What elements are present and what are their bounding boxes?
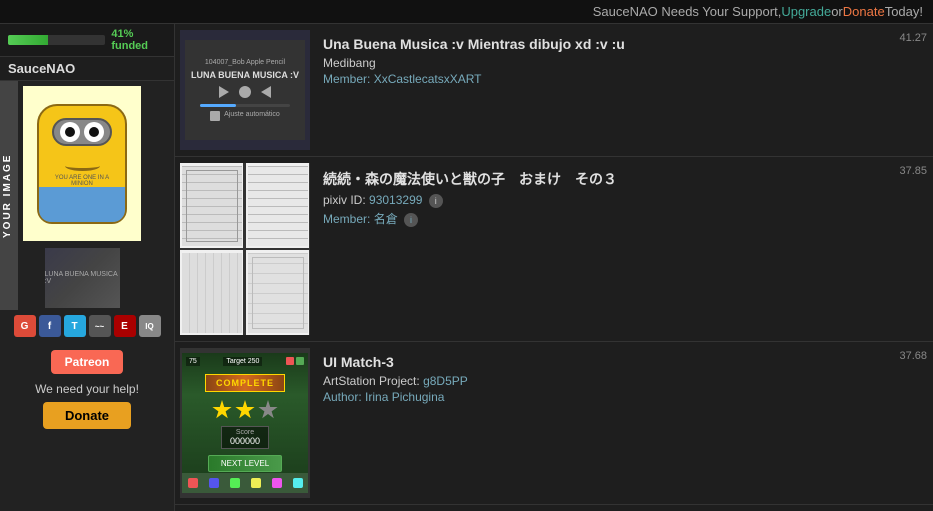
- result-item-2: 続続・森の魔法使いと獣の子 おまけ その３ pixiv ID: 93013299…: [175, 157, 933, 342]
- social-icons: G f T ~~ E IQ: [9, 310, 166, 342]
- result-thumb-1: 104007_Bob Apple Pencil LUNA BUENA MUSIC…: [180, 30, 310, 150]
- minion-image: YOU ARE ONE IN AMINION: [37, 104, 127, 224]
- main-layout: 41% funded SauceNAO YOUR IMAGE YOU ARE O…: [0, 24, 933, 511]
- help-text: We need your help!: [35, 382, 139, 396]
- manga-page-4: [246, 250, 309, 335]
- gem-yellow: [251, 478, 261, 488]
- gem-green: [230, 478, 240, 488]
- member-info-icon[interactable]: i: [404, 213, 418, 227]
- progress-bar: [8, 35, 105, 45]
- your-image-section: YOUR IMAGE YOU ARE ONE IN AMINION: [0, 81, 174, 310]
- iqdb-icon[interactable]: IQ: [139, 315, 161, 337]
- small-thumbnail: LUNA BUENA MUSICA :V: [45, 248, 120, 308]
- result-title-3: UI Match-3: [323, 354, 925, 370]
- gem-cyan: [293, 478, 303, 488]
- result-member-2: Member: 名倉 i: [323, 210, 925, 227]
- sidebar-header: 41% funded: [0, 24, 174, 57]
- progress-bar-fill: [8, 35, 48, 45]
- saucenao-logo: SauceNAO: [0, 57, 174, 81]
- result-thumb-3: 75 Target 250 COMPLETE Scor: [180, 348, 310, 498]
- manga-page-3: [180, 250, 243, 335]
- result-source-2: pixiv ID: 93013299 i: [323, 193, 925, 208]
- result-title-2: 続続・森の魔法使いと獣の子 おまけ その３: [323, 169, 925, 189]
- banner-suffix: Today!: [885, 4, 923, 19]
- result-title-1: Una Buena Musica :v Mientras dibujo xd :…: [323, 36, 925, 52]
- result-source-3: ArtStation Project: g8D5PP: [323, 374, 925, 388]
- upgrade-link[interactable]: Upgrade: [781, 4, 831, 19]
- sidebar: 41% funded SauceNAO YOUR IMAGE YOU ARE O…: [0, 24, 175, 511]
- donate-button[interactable]: Donate: [43, 402, 131, 429]
- result-item-4: Lapis Placeholder PAGE 02 37.5: [175, 505, 933, 511]
- result-member-3: Author: Irina Pichugina: [323, 390, 925, 404]
- result-score-2: 37.85: [899, 165, 927, 177]
- star-3: [258, 400, 278, 420]
- game-bottom-strip: [182, 473, 308, 493]
- top-banner: SauceNAO Needs Your Support, Upgrade or …: [0, 0, 933, 24]
- game-score-box: Score 000000: [221, 426, 269, 449]
- manga-page-2: [246, 163, 309, 248]
- gem-blue: [209, 478, 219, 488]
- star-2: [235, 400, 255, 420]
- manga-page-1: [180, 163, 243, 248]
- facebook-icon[interactable]: f: [39, 315, 61, 337]
- result-member-1: Member: XxCastlecatsxXART: [323, 72, 925, 86]
- game-complete-banner: COMPLETE: [205, 374, 285, 392]
- result-thumb-2: [180, 163, 310, 335]
- thumbnail-inner: LUNA BUENA MUSICA :V: [45, 248, 120, 308]
- banner-donate-link[interactable]: Donate: [843, 4, 885, 19]
- gem-purple: [272, 478, 282, 488]
- image-preview: YOU ARE ONE IN AMINION: [23, 86, 141, 241]
- gem-red: [188, 478, 198, 488]
- tumblr-icon[interactable]: ~~: [89, 315, 111, 337]
- email-icon[interactable]: E: [114, 315, 136, 337]
- result-source-1: Medibang: [323, 56, 925, 70]
- manga-thumbs: [180, 163, 310, 335]
- results-area: 104007_Bob Apple Pencil LUNA BUENA MUSIC…: [175, 24, 933, 511]
- google-icon[interactable]: G: [14, 315, 36, 337]
- progress-label: 41% funded: [111, 28, 166, 52]
- banner-text: SauceNAO Needs Your Support,: [593, 4, 782, 19]
- result-info-1: Una Buena Musica :v Mientras dibujo xd :…: [315, 30, 933, 150]
- patreon-button[interactable]: Patreon: [51, 350, 124, 374]
- result-info-3: UI Match-3 ArtStation Project: g8D5PP Au…: [315, 348, 933, 498]
- your-image-label: YOUR IMAGE: [0, 81, 18, 310]
- twitter-icon[interactable]: T: [64, 315, 86, 337]
- result-score-3: 37.68: [899, 350, 927, 362]
- game-screen: 75 Target 250 COMPLETE Scor: [182, 353, 308, 493]
- star-1: [212, 400, 232, 420]
- banner-separator: or: [831, 4, 843, 19]
- source-info-icon[interactable]: i: [429, 194, 443, 208]
- result-info-2: 続続・森の魔法使いと獣の子 おまけ その３ pixiv ID: 93013299…: [315, 163, 933, 335]
- result-score-1: 41.27: [899, 32, 927, 44]
- result-item: 104007_Bob Apple Pencil LUNA BUENA MUSIC…: [175, 24, 933, 157]
- game-next-btn[interactable]: NEXT LEVEL: [208, 455, 282, 472]
- game-stars: [212, 400, 278, 420]
- result-item-3: 75 Target 250 COMPLETE Scor: [175, 342, 933, 505]
